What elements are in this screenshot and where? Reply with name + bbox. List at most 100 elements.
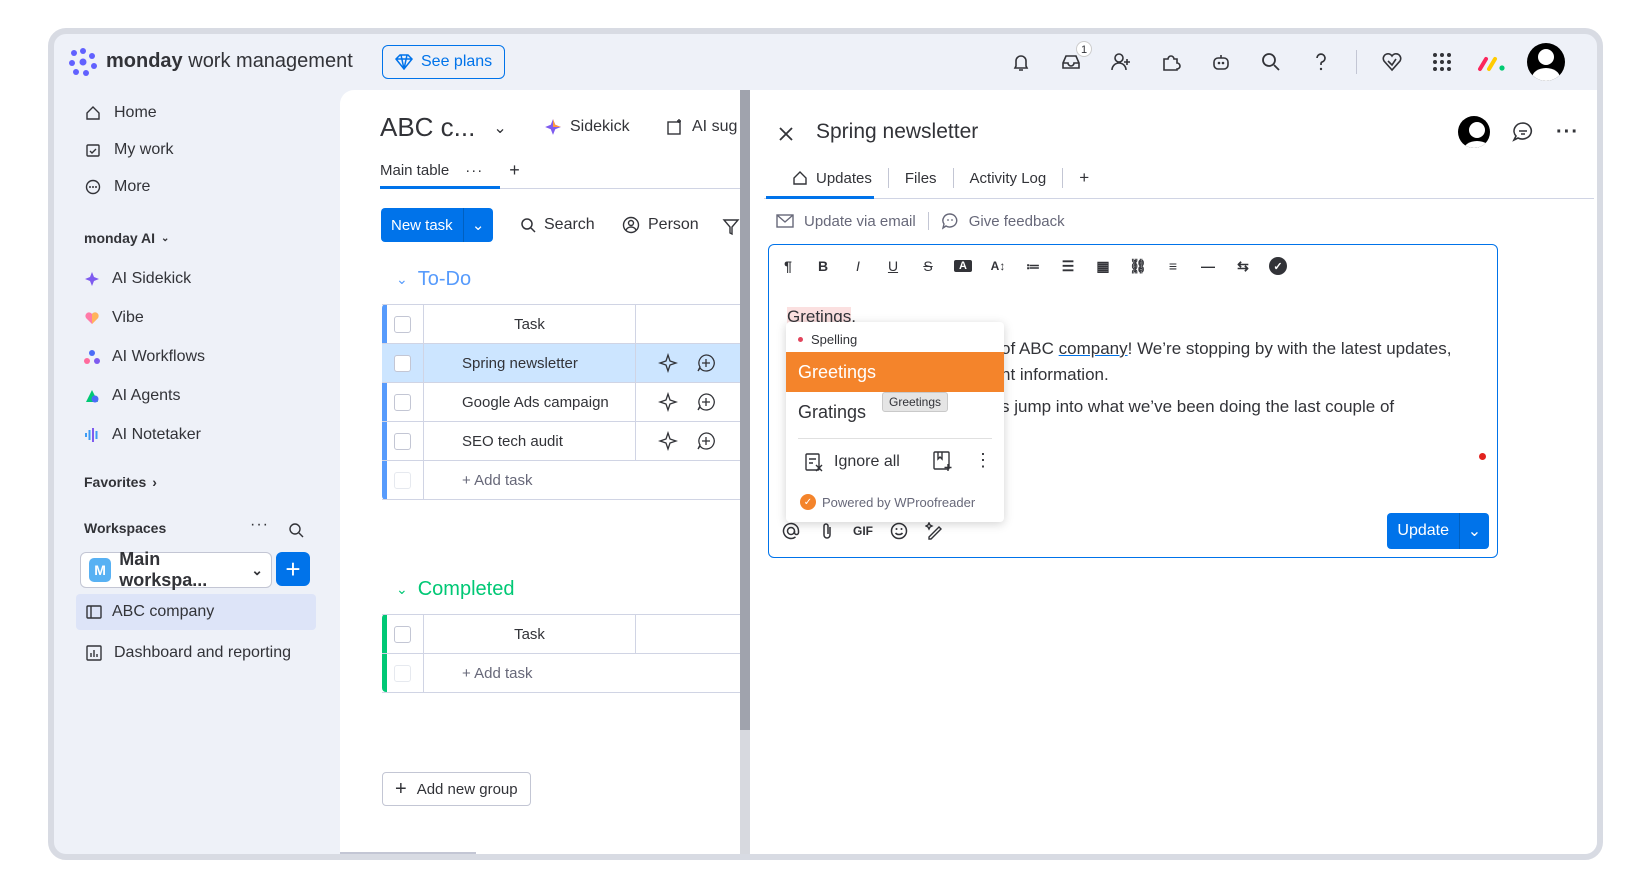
sidebar-board-abc-company[interactable]: ABC company <box>76 594 316 630</box>
add-task-input[interactable]: + Add task <box>424 461 636 499</box>
inbox-icon[interactable]: 1 <box>1056 41 1092 77</box>
update-button[interactable]: Update ⌄ <box>1387 513 1489 549</box>
add-tab-button[interactable]: + <box>1062 168 1105 188</box>
monday-ai-section[interactable]: monday AI ⌄ <box>84 230 169 246</box>
gif-button[interactable]: GIF <box>853 524 873 538</box>
more-options-icon[interactable]: ⋮ <box>974 450 992 471</box>
add-to-dictionary-icon[interactable] <box>932 450 954 472</box>
sparkle-icon[interactable] <box>658 353 678 373</box>
group-header-todo[interactable]: ⌄ To-Do <box>396 268 471 291</box>
add-task-row[interactable]: + Add task <box>382 461 740 500</box>
direction-button[interactable]: ⇆ <box>1234 258 1252 275</box>
add-task-row[interactable]: + Add task <box>382 654 740 693</box>
sidebar-item-ai-sidekick[interactable]: AI Sidekick <box>84 270 191 288</box>
panel-splitter[interactable] <box>740 90 750 854</box>
filter-icon[interactable] <box>722 218 740 236</box>
column-header-task[interactable]: Task <box>424 615 636 653</box>
text-color-button[interactable]: A <box>954 260 972 272</box>
divider-button[interactable]: — <box>1199 258 1217 274</box>
search-button[interactable]: Search <box>520 216 595 234</box>
tab-files[interactable]: Files <box>887 168 953 188</box>
tab-activity-log[interactable]: Activity Log <box>952 168 1063 188</box>
sidebar-item-ai-notetaker[interactable]: AI Notetaker <box>84 426 201 444</box>
add-task-input[interactable]: + Add task <box>424 654 636 692</box>
emoji-icon[interactable] <box>889 521 909 541</box>
add-update-icon[interactable] <box>696 392 716 412</box>
help-icon[interactable] <box>1306 47 1336 77</box>
update-via-email-link[interactable]: Update via email <box>804 213 916 230</box>
add-workspace-item-button[interactable]: + <box>276 552 310 586</box>
table-row[interactable]: SEO tech audit <box>382 422 740 461</box>
invite-members-icon[interactable] <box>1106 47 1136 77</box>
chevron-down-icon[interactable]: ⌄ <box>1459 513 1489 549</box>
row-checkbox[interactable] <box>394 354 411 372</box>
board-title[interactable]: ABC c... ⌄ <box>380 112 507 143</box>
tab-updates[interactable]: Updates <box>776 168 888 188</box>
underline-button[interactable]: U <box>884 258 902 274</box>
sidebar-item-ai-workflows[interactable]: AI Workflows <box>84 348 205 366</box>
sparkle-icon[interactable] <box>658 392 678 412</box>
horizontal-scrollbar[interactable] <box>340 852 476 854</box>
suggestion-gratings[interactable]: Gratings <box>798 402 866 423</box>
group-header-completed[interactable]: ⌄ Completed <box>396 578 514 601</box>
font-size-button[interactable]: A↕ <box>989 259 1007 273</box>
close-icon[interactable] <box>776 124 796 144</box>
sidebar-item-vibe[interactable]: Vibe <box>84 309 144 327</box>
align-button[interactable]: ≡ <box>1164 258 1182 274</box>
bold-button[interactable]: B <box>814 258 832 274</box>
workspaces-more-icon[interactable]: ··· <box>250 516 269 534</box>
table-row[interactable]: Google Ads campaign <box>382 383 740 422</box>
table-row[interactable]: Spring newsletter <box>382 344 740 383</box>
column-header-task[interactable]: Task <box>424 305 636 343</box>
add-update-icon[interactable] <box>696 431 716 451</box>
sidebar-item-ai-agents[interactable]: AI Agents <box>84 387 181 405</box>
table-button[interactable]: ▦ <box>1094 258 1112 275</box>
vibe-heart-icon[interactable] <box>1377 47 1407 77</box>
item-title[interactable]: Spring newsletter <box>816 120 978 144</box>
add-view-button[interactable]: + <box>509 160 520 181</box>
row-checkbox[interactable] <box>394 393 411 411</box>
new-task-button[interactable]: New task ⌄ <box>381 208 493 242</box>
apps-puzzle-icon[interactable] <box>1156 47 1186 77</box>
ai-assistant-icon[interactable] <box>1206 47 1236 77</box>
see-plans-button[interactable]: See plans <box>382 45 506 79</box>
workspace-selector[interactable]: M Main workspa... ⌄ <box>80 549 272 590</box>
strikethrough-button[interactable]: S <box>919 258 937 274</box>
select-all-checkbox[interactable] <box>394 315 411 333</box>
attachment-icon[interactable] <box>817 521 837 541</box>
select-all-checkbox[interactable] <box>394 625 411 643</box>
sidebar-item-more[interactable]: More <box>84 178 150 196</box>
person-filter-button[interactable]: Person <box>622 216 699 234</box>
tab-main-table[interactable]: Main table <box>380 162 449 179</box>
numbered-list-button[interactable]: ≔ <box>1024 258 1042 275</box>
sidebar-board-dashboard[interactable]: Dashboard and reporting <box>86 644 291 662</box>
ai-write-icon[interactable] <box>925 521 945 541</box>
add-new-group-button[interactable]: + Add new group <box>382 772 531 806</box>
monday-logo-icon[interactable] <box>68 48 98 76</box>
tab-options-icon[interactable]: ··· <box>465 162 483 179</box>
row-checkbox[interactable] <box>394 432 411 450</box>
give-feedback-link[interactable]: Give feedback <box>969 213 1065 230</box>
chevron-down-icon[interactable]: ⌄ <box>462 208 493 242</box>
suggestion-greetings[interactable]: Greetings <box>786 352 1004 392</box>
subscriber-avatar[interactable] <box>1458 116 1491 148</box>
sidebar-item-home[interactable]: Home <box>84 104 157 122</box>
user-avatar[interactable] <box>1527 43 1565 81</box>
sparkle-icon[interactable] <box>658 431 678 451</box>
italic-button[interactable]: I <box>849 258 867 274</box>
bullet-list-button[interactable]: ☰ <box>1059 258 1077 275</box>
add-update-icon[interactable] <box>696 353 716 373</box>
sidebar-item-my-work[interactable]: My work <box>84 141 174 159</box>
checklist-icon[interactable]: ✓ <box>1269 257 1287 275</box>
workspace-search-icon[interactable] <box>288 522 304 538</box>
task-name[interactable]: SEO tech audit <box>424 422 636 460</box>
mention-icon[interactable] <box>781 521 801 541</box>
more-options-icon[interactable]: ··· <box>1556 121 1579 144</box>
task-name[interactable]: Spring newsletter <box>424 344 636 382</box>
paragraph-icon[interactable]: ¶ <box>779 258 797 274</box>
link-button[interactable]: ⛓ <box>1129 258 1147 275</box>
favorites-section[interactable]: Favorites › <box>84 474 157 490</box>
splitter-handle[interactable] <box>740 90 750 730</box>
task-name[interactable]: Google Ads campaign <box>424 383 636 421</box>
notifications-bell-icon[interactable] <box>1006 47 1036 77</box>
